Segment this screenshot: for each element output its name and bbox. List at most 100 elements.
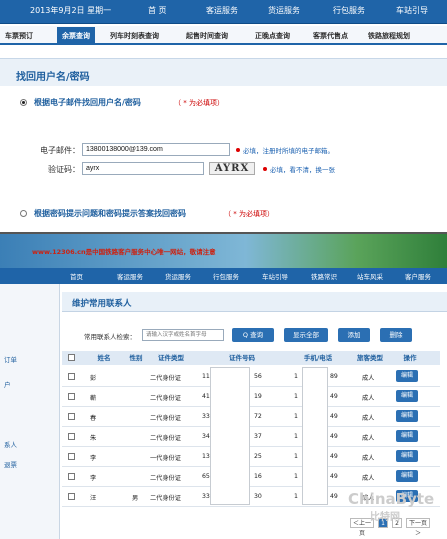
show-all-button[interactable]: 显示全部 xyxy=(284,328,328,342)
nav-station[interactable]: 车站引导 xyxy=(396,5,428,16)
subnav-saletime[interactable]: 起售时间查询 xyxy=(186,31,228,41)
row-checkbox[interactable] xyxy=(68,433,75,440)
captcha-image[interactable]: AYRX xyxy=(209,162,255,175)
option-question-label: 根据密码提示问题和密码提示答案找回密码 xyxy=(34,209,186,218)
sidebar-item-orders[interactable]: 订单 xyxy=(4,354,17,364)
row-checkbox[interactable] xyxy=(68,373,75,380)
nav-passenger[interactable]: 客运服务 xyxy=(206,5,238,16)
cell-idtype: 二代身份证 xyxy=(150,415,181,422)
nav2-freight[interactable]: 货运服务 xyxy=(165,271,191,281)
cell-sex: 男 xyxy=(132,495,139,502)
subnav-agents[interactable]: 客票代售点 xyxy=(313,31,348,41)
page-title: 找回用户名/密码 xyxy=(16,72,90,83)
cell-idtype: 二代身份证 xyxy=(150,475,181,482)
nav2-service[interactable]: 客户服务 xyxy=(405,271,431,281)
col-idnumber: 证件号码 xyxy=(229,354,255,362)
code-note[interactable]: 必填，看不清，换一张 xyxy=(270,164,335,174)
row-checkbox[interactable] xyxy=(68,413,75,420)
subnav-delay[interactable]: 正晚点查询 xyxy=(255,31,290,41)
cell-name: 汪 xyxy=(90,495,97,502)
sidebar-item-contacts[interactable]: 系人 xyxy=(4,439,17,449)
cell-id-suffix: 30 xyxy=(254,493,262,500)
email-note: 必填，注册时所填的电子邮箱。 xyxy=(243,147,334,155)
cell-type: 成人 xyxy=(362,415,375,422)
subnav-booking[interactable]: 车票预订 xyxy=(5,31,33,41)
col-name: 姓名 xyxy=(97,354,111,362)
select-all-checkbox[interactable] xyxy=(68,354,75,361)
captcha-field[interactable] xyxy=(82,162,204,175)
nav2-station[interactable]: 车站引导 xyxy=(262,271,288,281)
cell-id-suffix: 25 xyxy=(254,453,262,460)
edit-button[interactable]: 编辑 xyxy=(396,450,418,462)
cell-type: 成人 xyxy=(362,395,375,402)
required-note: （ * 为必填项） xyxy=(174,99,224,107)
col-phone: 手机/电话 xyxy=(303,354,333,362)
id-redaction xyxy=(210,367,250,505)
cell-phone-suffix: 89 xyxy=(330,373,338,380)
nav-home[interactable]: 首 页 xyxy=(148,5,167,16)
date-label: 2013年9月2日 星期一 xyxy=(30,6,112,15)
nav2-passenger[interactable]: 客运服务 xyxy=(117,271,143,281)
table-row: 彭二代身份证110156189成人编辑 xyxy=(62,367,440,387)
edit-button[interactable]: 编辑 xyxy=(396,470,418,482)
subnav-remaining[interactable]: 余票查询 xyxy=(57,27,95,44)
col-idtype: 证件类型 xyxy=(158,354,184,362)
nav2-knowledge[interactable]: 铁路常识 xyxy=(311,271,337,281)
row-checkbox[interactable] xyxy=(68,473,75,480)
cell-id-suffix: 72 xyxy=(254,413,262,420)
cell-phone-prefix: 1 xyxy=(294,413,298,420)
code-label: 验证码： xyxy=(48,165,80,174)
cell-phone-suffix: 49 xyxy=(330,453,338,460)
cell-phone-prefix: 1 xyxy=(294,433,298,440)
search-input[interactable] xyxy=(142,329,224,341)
table-row: 李一代身份证132925149成人编辑 xyxy=(62,447,440,467)
watermark-text: 比特网 xyxy=(370,512,400,523)
option-email-radio[interactable] xyxy=(20,99,27,106)
next-page-button[interactable]: 下一页＞ xyxy=(406,518,430,537)
cell-name: 李 xyxy=(90,475,97,482)
sidebar-item-refund[interactable]: 退票 xyxy=(4,459,17,469)
table-row: 朱二代身份证340437149成人编辑 xyxy=(62,427,440,447)
query-button[interactable]: Q 查询 xyxy=(232,328,274,342)
row-checkbox[interactable] xyxy=(68,393,75,400)
nav2-luggage[interactable]: 行包服务 xyxy=(213,271,239,281)
nav-freight[interactable]: 货运服务 xyxy=(268,5,300,16)
row-checkbox[interactable] xyxy=(68,453,75,460)
edit-button[interactable]: 编辑 xyxy=(396,370,418,382)
delete-button[interactable]: 删除 xyxy=(380,328,412,342)
edit-button[interactable]: 编辑 xyxy=(396,410,418,422)
col-sex: 性别 xyxy=(129,354,143,362)
nav-luggage[interactable]: 行包服务 xyxy=(333,5,365,16)
cell-phone-suffix: 49 xyxy=(330,413,338,420)
email-label: 电子邮件： xyxy=(40,146,80,155)
table-row: 蕲二代身份证410719149成人编辑 xyxy=(62,387,440,407)
edit-button[interactable]: 编辑 xyxy=(396,390,418,402)
add-button[interactable]: 添加 xyxy=(338,328,370,342)
subnav-timetable[interactable]: 列车时刻表查询 xyxy=(110,31,159,41)
cell-phone-prefix: 1 xyxy=(294,453,298,460)
cell-name: 李 xyxy=(90,455,97,462)
sidebar-item-user[interactable]: 户 xyxy=(4,379,11,389)
nav2-gallery[interactable]: 站车风采 xyxy=(357,271,383,281)
recover-screenshot: 2013年9月2日 星期一 首 页 客运服务 货运服务 行包服务 车站引导 车票… xyxy=(0,0,447,228)
option-email-label: 根据电子邮件找回用户名/密码 xyxy=(34,98,141,107)
table-row: 李二代身份证650116149成人编辑 xyxy=(62,467,440,487)
cell-name: 蕲 xyxy=(90,395,97,402)
cell-idtype: 二代身份证 xyxy=(150,495,181,502)
cell-phone-prefix: 1 xyxy=(294,393,298,400)
cell-name: 彭 xyxy=(90,375,97,382)
nav2-home[interactable]: 首页 xyxy=(70,271,83,281)
cell-phone-prefix: 1 xyxy=(294,373,298,380)
cell-phone-suffix: 49 xyxy=(330,493,338,500)
email-field[interactable] xyxy=(82,143,230,156)
edit-button[interactable]: 编辑 xyxy=(396,430,418,442)
panel-title: 维护常用联系人 xyxy=(72,299,132,309)
cell-idtype: 二代身份证 xyxy=(150,435,181,442)
cell-type: 成人 xyxy=(362,375,375,382)
col-action: 操作 xyxy=(403,354,417,362)
subnav-planner[interactable]: 铁路旅程规划 xyxy=(368,31,410,41)
cell-id-suffix: 19 xyxy=(254,393,262,400)
option-question-radio[interactable] xyxy=(20,210,27,217)
row-checkbox[interactable] xyxy=(68,493,75,500)
cell-phone-prefix: 1 xyxy=(294,473,298,480)
